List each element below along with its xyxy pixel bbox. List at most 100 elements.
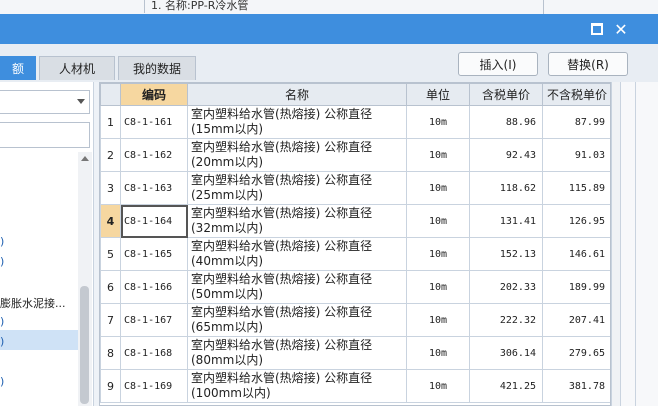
left-tree-panel: ) ) 膨胀水泥接... ) ) ) (0, 82, 94, 406)
cell-unit[interactable]: 10m (406, 105, 470, 139)
tab-label: 额 (11, 62, 24, 76)
table-row[interactable]: 6 C8-1-166 室内塑料给水管(热熔接) 公称直径(50mm以内) 10m 202… (100, 270, 610, 304)
table-row[interactable]: 1 C8-1-161 室内塑料给水管(热熔接) 公称直径(15mm以内) 10m 88.… (100, 105, 610, 139)
cell-price-tax[interactable]: 88.96 (469, 105, 543, 139)
row-number[interactable]: 6 (100, 270, 121, 304)
cell-unit[interactable]: 10m (406, 171, 470, 205)
row-number[interactable]: 4 (100, 204, 121, 238)
cell-price-notax[interactable]: 279.65 (542, 336, 610, 370)
cell-code[interactable]: C8-1-163 (120, 171, 188, 205)
table-row[interactable]: 4 C8-1-164 室内塑料给水管(热熔接) 公称直径(32mm以内) 10m 131… (100, 204, 610, 238)
tree-item[interactable]: ) (0, 315, 4, 328)
row-number[interactable]: 8 (100, 336, 121, 370)
tree-item[interactable]: ) (0, 375, 4, 388)
cell-name[interactable]: 室内塑料给水管(热熔接) 公称直径(20mm以内) (187, 138, 407, 172)
cell-price-notax[interactable]: 146.61 (542, 237, 610, 271)
cell-price-notax[interactable]: 207.41 (542, 303, 610, 337)
cell-unit[interactable]: 10m (406, 303, 470, 337)
tree-item-selected[interactable]: ) (0, 335, 4, 348)
row-number[interactable]: 9 (100, 369, 121, 403)
tree-scrollbar[interactable] (78, 152, 92, 406)
cell-price-notax[interactable]: 126.95 (542, 204, 610, 238)
tab-label: 我的数据 (132, 62, 181, 76)
cell-name[interactable]: 室内塑料给水管(热熔接) 公称直径(32mm以内) (187, 204, 407, 238)
cell-price-notax[interactable]: 189.99 (542, 270, 610, 304)
table-row[interactable]: 8 C8-1-168 室内塑料给水管(热熔接) 公称直径(80mm以内) 10m 306… (100, 336, 610, 370)
replace-button[interactable]: 替换(R) (548, 52, 628, 76)
cell-code[interactable]: C8-1-167 (120, 303, 188, 337)
tree-selection-highlight (0, 330, 78, 350)
scroll-up-icon[interactable] (81, 156, 89, 161)
insert-button[interactable]: 插入(I) (458, 52, 538, 76)
cell-name[interactable]: 室内塑料给水管(热熔接) 公称直径(100mm以内) (187, 369, 407, 403)
tab-my-data[interactable]: 我的数据 (118, 56, 196, 80)
cell-unit[interactable]: 10m (406, 138, 470, 172)
cell-name[interactable]: 室内塑料给水管(热熔接) 公称直径(80mm以内) (187, 336, 407, 370)
table-row[interactable]: 9 C8-1-169 室内塑料给水管(热熔接) 公称直径(100mm以内) 10m 42… (100, 369, 610, 403)
tab-labor-material-machine[interactable]: 人材机 (39, 56, 115, 80)
cell-code[interactable]: C8-1-161 (120, 105, 188, 139)
cell-price-tax[interactable]: 306.14 (469, 336, 543, 370)
cell-price-tax[interactable]: 118.62 (469, 171, 543, 205)
tree-item[interactable]: ) (0, 255, 4, 268)
table-row[interactable]: 5 C8-1-165 室内塑料给水管(热熔接) 公称直径(40mm以内) 10m 152… (100, 237, 610, 271)
tab-quota[interactable]: 额 (0, 56, 36, 80)
dialog-titlebar[interactable]: ✕ (0, 14, 658, 44)
background-divider (543, 0, 544, 14)
header-price-notax[interactable]: 不含税单价 (542, 83, 610, 106)
cell-price-tax[interactable]: 421.25 (469, 369, 543, 403)
cell-price-notax[interactable]: 381.78 (542, 369, 610, 403)
library-dropdown[interactable] (0, 90, 90, 114)
cell-unit[interactable]: 10m (406, 204, 470, 238)
cell-code[interactable]: C8-1-168 (120, 336, 188, 370)
background-item-text: 1. 名称:PP-R冷水管 (144, 0, 248, 13)
quota-grid: 编码 名称 单位 含税单价 不含税单价 1 C8-1-161 室内塑料给水管(热熔接… (99, 82, 611, 406)
cell-name[interactable]: 室内塑料给水管(热熔接) 公称直径(15mm以内) (187, 105, 407, 139)
cell-code[interactable]: C8-1-162 (120, 138, 188, 172)
cell-unit[interactable]: 10m (406, 270, 470, 304)
tree-item[interactable]: ) (0, 235, 4, 248)
cell-name[interactable]: 室内塑料给水管(热熔接) 公称直径(25mm以内) (187, 171, 407, 205)
table-header-row: 编码 名称 单位 含税单价 不含税单价 (100, 83, 610, 106)
cell-price-tax[interactable]: 222.32 (469, 303, 543, 337)
maximize-icon (591, 23, 603, 35)
close-button[interactable]: ✕ (612, 19, 630, 39)
header-price-tax[interactable]: 含税单价 (469, 83, 543, 106)
cell-code[interactable]: C8-1-166 (120, 270, 188, 304)
scrollbar-thumb[interactable] (80, 286, 89, 404)
tree-item[interactable]: 膨胀水泥接... (0, 295, 66, 311)
cell-price-tax[interactable]: 92.43 (469, 138, 543, 172)
tab-label: 人材机 (58, 62, 95, 76)
search-input[interactable] (0, 122, 90, 148)
row-number[interactable]: 1 (100, 105, 121, 139)
cell-price-tax[interactable]: 202.33 (469, 270, 543, 304)
quota-table: 编码 名称 单位 含税单价 不含税单价 1 C8-1-161 室内塑料给水管(热熔接… (100, 83, 610, 403)
header-code[interactable]: 编码 (120, 83, 188, 106)
cell-name[interactable]: 室内塑料给水管(热熔接) 公称直径(65mm以内) (187, 303, 407, 337)
table-row[interactable]: 7 C8-1-167 室内塑料给水管(热熔接) 公称直径(65mm以内) 10m 222… (100, 303, 610, 337)
header-name[interactable]: 名称 (187, 83, 407, 106)
row-number[interactable]: 2 (100, 138, 121, 172)
cell-price-tax[interactable]: 152.13 (469, 237, 543, 271)
table-row[interactable]: 3 C8-1-163 室内塑料给水管(热熔接) 公称直径(25mm以内) 10m 118… (100, 171, 610, 205)
cell-code[interactable]: C8-1-169 (120, 369, 188, 403)
cell-code[interactable]: C8-1-164 (120, 204, 188, 238)
cell-price-notax[interactable]: 91.03 (542, 138, 610, 172)
cell-name[interactable]: 室内塑料给水管(热熔接) 公称直径(50mm以内) (187, 270, 407, 304)
row-number[interactable]: 5 (100, 237, 121, 271)
chevron-down-icon (77, 99, 85, 104)
cell-price-notax[interactable]: 87.99 (542, 105, 610, 139)
header-unit[interactable]: 单位 (406, 83, 470, 106)
cell-price-tax[interactable]: 131.41 (469, 204, 543, 238)
cell-unit[interactable]: 10m (406, 336, 470, 370)
maximize-button[interactable] (588, 20, 606, 38)
cell-unit[interactable]: 10m (406, 369, 470, 403)
cell-price-notax[interactable]: 115.89 (542, 171, 610, 205)
row-number[interactable]: 3 (100, 171, 121, 205)
table-row[interactable]: 2 C8-1-162 室内塑料给水管(热熔接) 公称直径(20mm以内) 10m 92.… (100, 138, 610, 172)
cell-name[interactable]: 室内塑料给水管(热熔接) 公称直径(40mm以内) (187, 237, 407, 271)
row-number[interactable]: 7 (100, 303, 121, 337)
cell-code[interactable]: C8-1-165 (120, 237, 188, 271)
close-icon: ✕ (614, 19, 628, 39)
cell-unit[interactable]: 10m (406, 237, 470, 271)
